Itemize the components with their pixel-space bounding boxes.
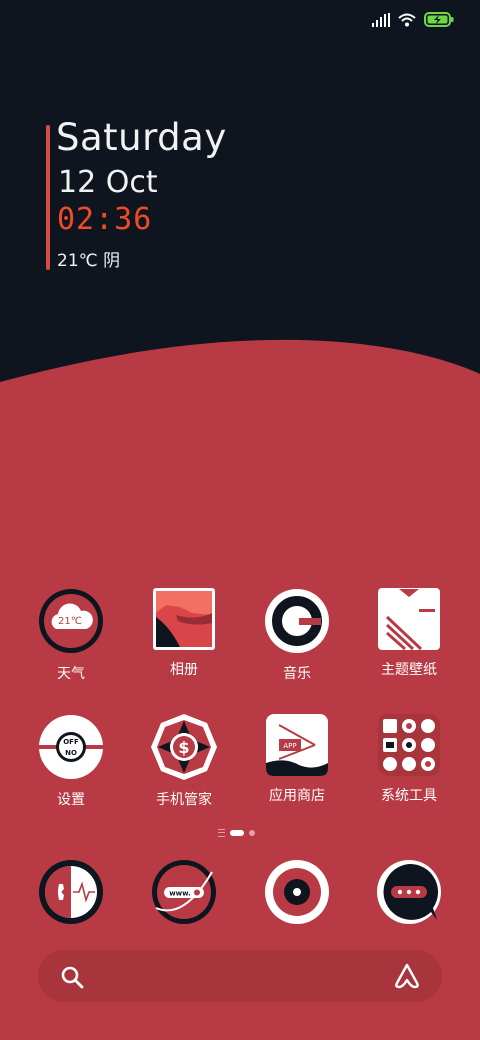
battery-charging-icon — [424, 12, 454, 27]
app-label: 系统工具 — [381, 788, 437, 804]
search-icon[interactable] — [60, 965, 84, 989]
dock-phone[interactable] — [15, 858, 127, 926]
messages-icon — [377, 860, 441, 924]
wifi-icon — [398, 13, 416, 26]
app-label: 音乐 — [283, 666, 311, 682]
app-label: 天气 — [57, 666, 85, 682]
app-label: 主题壁纸 — [381, 662, 437, 678]
app-weather[interactable]: 21℃ 天气 — [15, 587, 127, 683]
dock-messages[interactable] — [353, 858, 465, 926]
settings-icon: OFF NO — [39, 715, 103, 779]
signal-icon — [372, 12, 390, 27]
page-dot-active[interactable] — [230, 830, 244, 836]
page-dot[interactable] — [249, 830, 255, 836]
app-music[interactable]: 音乐 — [241, 587, 353, 683]
app-security[interactable]: $ 手机管家 — [128, 713, 240, 809]
app-label: 应用商店 — [269, 788, 325, 804]
app-gallery[interactable]: 相册 — [128, 587, 240, 679]
clock-time: 02:36 — [57, 202, 153, 237]
settings-toggle-text-no: NO — [65, 749, 77, 757]
app-label: 手机管家 — [156, 792, 212, 808]
assistant-icon[interactable] — [393, 963, 421, 989]
weather-badge: 21℃ — [58, 616, 82, 627]
music-icon — [265, 589, 329, 653]
app-settings[interactable]: OFF NO 设置 — [15, 713, 127, 809]
status-bar — [372, 12, 454, 27]
clock-day: Saturday — [56, 116, 227, 159]
security-icon: $ — [151, 714, 217, 780]
app-themes[interactable]: 主题壁纸 — [353, 587, 465, 679]
search-bar[interactable] — [38, 950, 442, 1002]
browser-icon: www. — [152, 860, 216, 924]
page-indicator-menu-icon — [218, 829, 225, 837]
dock-browser[interactable]: www. — [128, 858, 240, 926]
clock-weather: 21℃ 阴 — [57, 251, 121, 271]
weather-icon: 21℃ — [39, 589, 103, 653]
themes-icon — [378, 588, 440, 651]
page-indicator[interactable] — [218, 829, 255, 837]
folder-system-tools[interactable]: 系统工具 — [353, 713, 465, 805]
app-store-badge: APP — [283, 742, 296, 750]
gallery-icon — [153, 588, 215, 650]
settings-toggle-text-off: OFF — [63, 738, 79, 746]
browser-badge: www. — [169, 890, 191, 898]
svg-text:$: $ — [178, 738, 189, 757]
phone-icon — [39, 860, 103, 924]
dock-camera[interactable] — [241, 858, 353, 926]
app-store-icon: APP — [266, 714, 328, 776]
app-label: 设置 — [57, 792, 85, 808]
clock-date: 12 Oct — [58, 165, 158, 200]
app-store[interactable]: APP 应用商店 — [241, 713, 353, 805]
app-label: 相册 — [170, 662, 198, 678]
system-tools-folder-icon — [378, 714, 440, 776]
clock-accent-bar — [46, 125, 50, 270]
camera-icon — [265, 860, 329, 924]
